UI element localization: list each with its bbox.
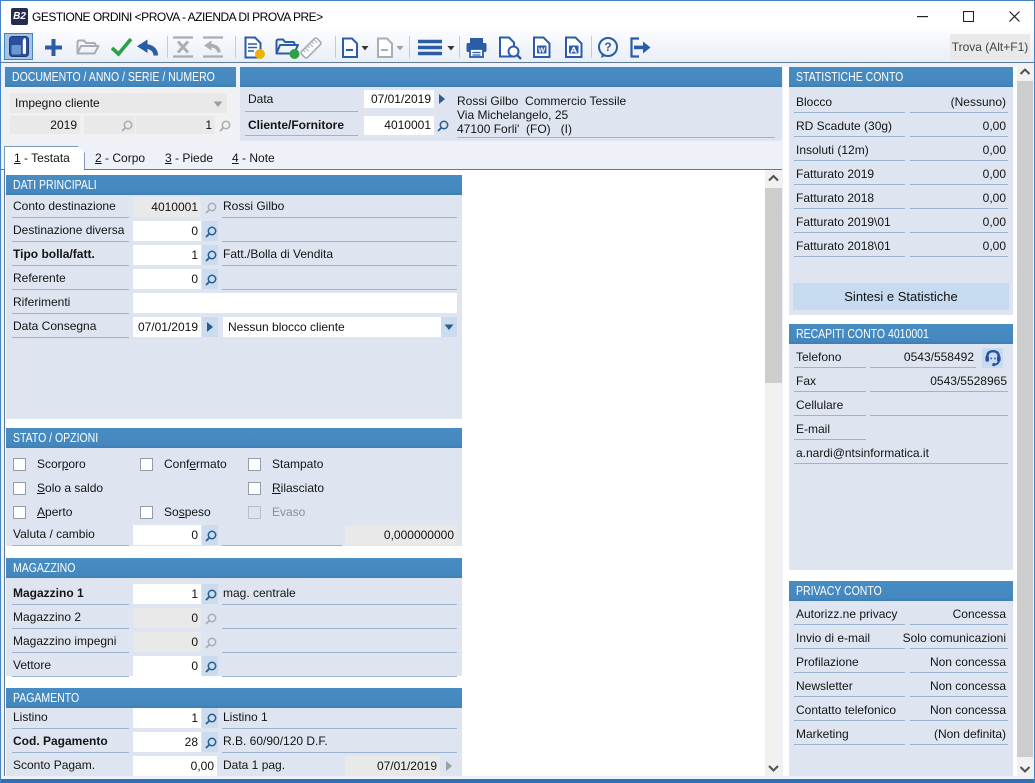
svg-text:?: ?	[604, 40, 611, 54]
svg-text:W: W	[538, 45, 546, 54]
